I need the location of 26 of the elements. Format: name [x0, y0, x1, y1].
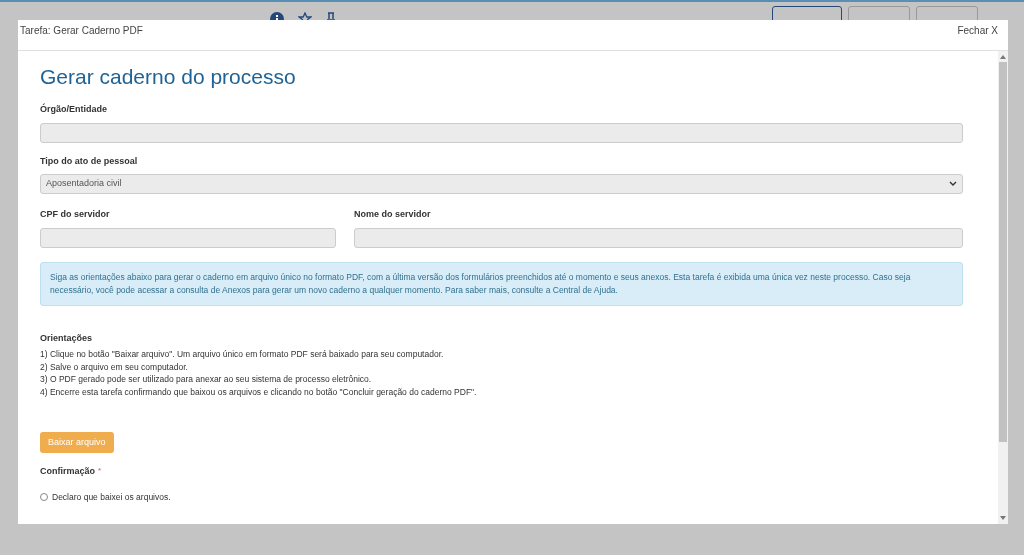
required-mark: * — [98, 465, 102, 477]
scrollbar-thumb[interactable] — [999, 62, 1007, 442]
page-heading: Gerar caderno do processo — [40, 64, 297, 90]
instruction-line: 2) Salve o arquivo em seu computador. — [40, 360, 189, 373]
radio-button[interactable] — [40, 492, 48, 501]
confirmation-label: Confirmação — [40, 465, 95, 478]
field-label: Tipo do ato de pessoal — [40, 154, 139, 168]
instructions-title: Orientações — [40, 331, 94, 345]
modal-title: Tarefa: Gerar Caderno PDF — [20, 23, 143, 38]
select-field[interactable]: Aposentadoria civil — [40, 174, 963, 194]
info-text: Siga as orientações abaixo para gerar o caderno em arquivo único no formato PDF, com a última versão dos formulários preenchidos até o momento e seus anexos. Esta tarefa é exibida uma única vez neste processo. Caso seja necessário, você pode acessar a consulta de Anexos para gerar um novo caderno a qualquer momento. Para saber mais, consulte a Central de Ajuda. — [50, 270, 912, 297]
chevron-down-icon — [949, 181, 957, 187]
field-label: Nome do servidor — [354, 208, 432, 221]
radio-label: Declaro que baixei os arquivos. — [52, 490, 171, 504]
field-label: Órgão/Entidade — [40, 103, 108, 116]
input-field[interactable] — [40, 227, 336, 248]
instruction-line: 1) Clique no botão "Baixar arquivo". Um arquivo único em formato PDF será baixado para seu computador. — [40, 348, 445, 361]
scroll-down-icon[interactable] — [1000, 515, 1006, 521]
input-field[interactable] — [40, 122, 963, 143]
instruction-line: 3) O PDF gerado pode ser utilizado para anexar ao seu sistema de processo eletrônico. — [40, 373, 373, 386]
scroll-up-icon[interactable] — [1000, 54, 1006, 60]
close-button[interactable]: Fechar X — [957, 22, 998, 38]
scrollbar[interactable] — [998, 51, 1008, 524]
input-field[interactable] — [354, 227, 963, 248]
instruction-line: 4) Encerre esta tarefa confirmando que baixou os arquivos e clicando no botão "Concluir geração do caderno PDF". — [40, 385, 478, 398]
field-label: CPF do servidor — [40, 208, 111, 221]
